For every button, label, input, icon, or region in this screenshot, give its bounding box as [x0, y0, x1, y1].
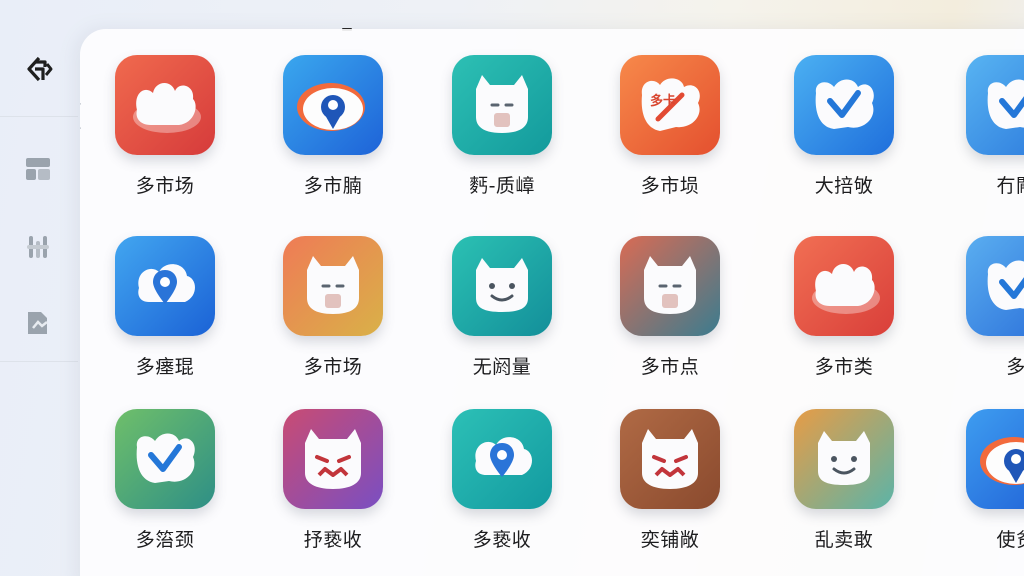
app-label: 多市腩	[303, 175, 363, 197]
dashboard-icon[interactable]	[20, 151, 56, 187]
app-label: 多市埙	[640, 175, 700, 197]
pin-cloud-icon[interactable]	[452, 409, 552, 509]
app-item[interactable]: 无阏量	[432, 236, 572, 386]
app-label: 使贫	[996, 529, 1024, 551]
app-label: 多瘗琨	[135, 356, 195, 378]
cat-check-icon[interactable]	[115, 409, 215, 509]
app-grid-panel: 多市场 多市腩 麫-质嶂 多卡多市埙 大掊敂 冇闁 多瘗琨 多市场 无阏量	[80, 29, 1024, 576]
logo-icon[interactable]	[22, 54, 56, 84]
cat-smile-icon[interactable]	[452, 236, 552, 336]
cat-angry-icon[interactable]	[620, 409, 720, 509]
cat-smile-icon[interactable]	[794, 409, 894, 509]
app-item[interactable]: 冇闁	[946, 55, 1024, 205]
svg-text:多卡: 多卡	[650, 93, 676, 109]
cat-check-icon[interactable]	[794, 55, 894, 155]
app-label: 多亵收	[472, 529, 532, 551]
app-item[interactable]: 多卡多市埙	[600, 55, 740, 205]
app-label: 冇闁	[996, 175, 1024, 197]
app-item[interactable]: 多市腩	[263, 55, 403, 205]
cat-check-icon[interactable]	[966, 55, 1024, 155]
app-label: 多市点	[640, 356, 700, 378]
app-item[interactable]: 使贫	[946, 409, 1024, 559]
app-label: 麫-质嶂	[469, 175, 535, 197]
chevron-left-icon[interactable]	[80, 101, 84, 131]
app-item[interactable]: 多	[946, 236, 1024, 386]
app-label: 多	[1006, 356, 1024, 378]
cat-face-icon[interactable]	[283, 236, 383, 336]
sidebar	[0, 0, 80, 576]
app-label: 乱卖敢	[814, 529, 874, 551]
app-label: 大掊敂	[814, 175, 874, 197]
app-label: 多市场	[135, 175, 195, 197]
app-item[interactable]: 奕铺敞	[600, 409, 740, 559]
app-item[interactable]: 多亵收	[432, 409, 572, 559]
pin-cloud-icon[interactable]	[115, 236, 215, 336]
app-item[interactable]: 麫-质嶂	[432, 55, 572, 205]
tagged-cat-icon[interactable]: 多卡	[620, 55, 720, 155]
app-label: 抒亵收	[303, 529, 363, 551]
sidebar-divider	[0, 361, 78, 362]
tools-icon[interactable]	[20, 229, 56, 265]
sidebar-divider	[0, 116, 78, 117]
app-item[interactable]: 多箈颈	[95, 409, 235, 559]
app-label: 无阏量	[472, 356, 532, 378]
app-label: 奕铺敞	[640, 529, 700, 551]
app-item[interactable]: 乱卖敢	[774, 409, 914, 559]
app-label: 多市类	[814, 356, 874, 378]
app-item[interactable]: 多市场	[263, 236, 403, 386]
app-label: 多市场	[303, 356, 363, 378]
app-item[interactable]: 多市点	[600, 236, 740, 386]
app-item[interactable]: 多瘗琨	[95, 236, 235, 386]
cat-face-icon[interactable]	[452, 55, 552, 155]
cat-face-icon[interactable]	[620, 236, 720, 336]
eye-pin-icon[interactable]	[966, 409, 1024, 509]
eye-pin-icon[interactable]	[283, 55, 383, 155]
cat-cloud-icon[interactable]	[115, 55, 215, 155]
app-item[interactable]: 抒亵收	[263, 409, 403, 559]
cat-cloud-icon[interactable]	[794, 236, 894, 336]
app-label: 多箈颈	[135, 529, 195, 551]
app-item[interactable]: 多市场	[95, 55, 235, 205]
app-item[interactable]: 大掊敂	[774, 55, 914, 205]
cat-angry-icon[interactable]	[283, 409, 383, 509]
document-icon[interactable]	[20, 305, 56, 341]
app-item[interactable]: 多市类	[774, 236, 914, 386]
cat-check-icon[interactable]	[966, 236, 1024, 336]
